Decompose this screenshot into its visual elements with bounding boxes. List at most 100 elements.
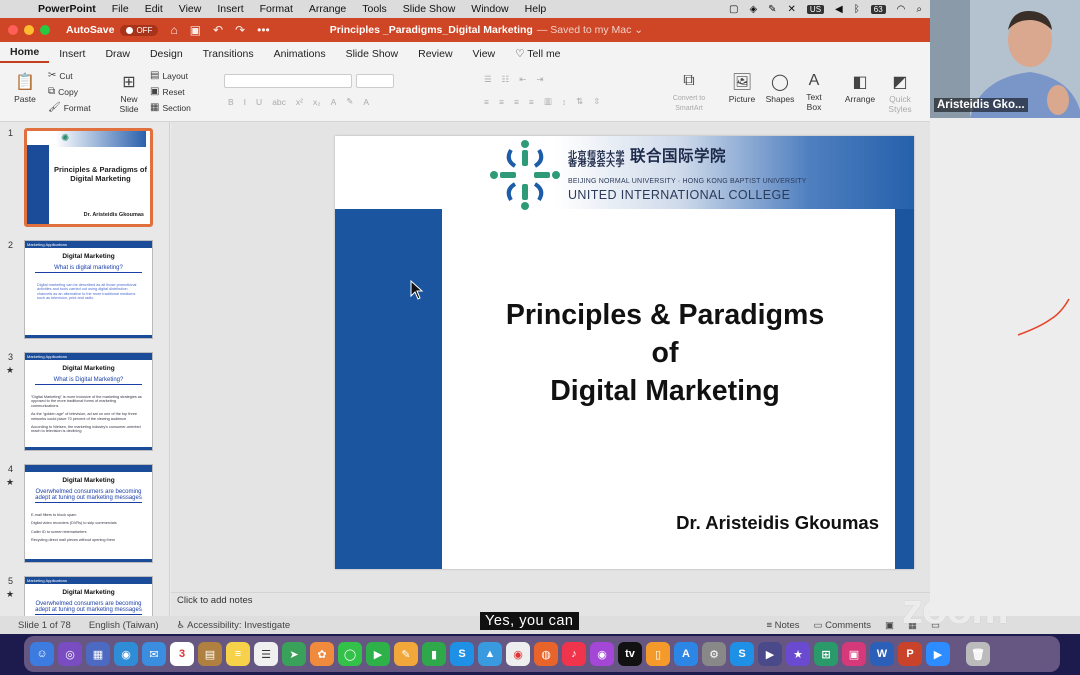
podcasts-icon[interactable]: ◉ [590, 642, 614, 666]
italic-icon[interactable]: I [244, 97, 246, 107]
finder-icon[interactable]: ☺ [30, 642, 54, 666]
new-slide-button[interactable]: ⊞ New Slide [112, 72, 146, 114]
word-icon[interactable]: W [870, 642, 894, 666]
save-status[interactable]: — Saved to my Mac ⌄ [537, 24, 643, 36]
language-indicator[interactable]: English (Taiwan) [89, 620, 159, 631]
format-painter-button[interactable]: 🖌 Format [48, 102, 91, 113]
align-text-icon[interactable]: ⇳ [593, 96, 600, 107]
photos-icon[interactable]: ✿ [310, 642, 334, 666]
zoom-window-button[interactable] [40, 25, 50, 35]
align-left-icon[interactable]: ≡ [484, 97, 489, 107]
tab-view[interactable]: View [463, 48, 506, 60]
paste-button[interactable]: 📋 Paste [10, 72, 40, 104]
slide-thumbnail-1[interactable]: 1 ✺ Principles & Paradigms of Digital Ma… [0, 124, 169, 234]
battery-badge[interactable]: 63 [870, 4, 886, 14]
spreadsheet-icon[interactable]: ⊞ [814, 642, 838, 666]
menu-edit[interactable]: Edit [137, 3, 171, 15]
reset-button[interactable]: ▣ Reset [150, 86, 185, 97]
facetime-icon[interactable]: ▶ [366, 642, 390, 666]
maps-icon[interactable]: ➤ [282, 642, 306, 666]
slide-author[interactable]: Dr. Aristeidis Gkoumas [595, 512, 879, 534]
menu-format[interactable]: Format [252, 3, 301, 15]
undo-icon[interactable]: ↶ [213, 23, 223, 37]
copy-button[interactable]: ⧉ Copy [48, 86, 78, 97]
columns-icon[interactable]: ▥ [544, 96, 552, 107]
shield-icon[interactable]: ◈ [749, 4, 757, 15]
app-store-icon[interactable]: A [674, 642, 698, 666]
books-icon[interactable]: ▯ [646, 642, 670, 666]
arrange-button[interactable]: ◧ Arrange [842, 72, 878, 104]
close-window-button[interactable] [8, 25, 18, 35]
numbering-icon[interactable]: ☷ [502, 74, 510, 85]
more-icon[interactable]: ••• [257, 23, 270, 37]
tab-transitions[interactable]: Transitions [193, 48, 264, 60]
tab-review[interactable]: Review [408, 48, 462, 60]
text-effects-icon[interactable]: A [331, 97, 337, 107]
tab-draw[interactable]: Draw [95, 48, 140, 60]
align-right-icon[interactable]: ≡ [514, 97, 519, 107]
menu-slideshow[interactable]: Slide Show [395, 3, 464, 15]
redo-icon[interactable]: ↷ [235, 23, 245, 37]
menu-help[interactable]: Help [517, 3, 555, 15]
messages-icon[interactable]: ◯ [338, 642, 362, 666]
line-spacing-icon[interactable]: ↕ [562, 97, 566, 107]
textbox-button[interactable]: A Text Box [800, 72, 828, 112]
participant-video[interactable]: Aristeidis Gko... [930, 0, 1080, 118]
music-icon[interactable]: ♪ [562, 642, 586, 666]
powerpoint-icon[interactable]: P [898, 642, 922, 666]
notes-app-icon[interactable]: ≡ [226, 642, 250, 666]
normal-view-icon[interactable]: ▣ [885, 620, 894, 631]
pink-app-icon[interactable]: ▣ [842, 642, 866, 666]
menu-view[interactable]: View [171, 3, 210, 15]
section-button[interactable]: ▦ Section [150, 102, 191, 113]
mail-icon[interactable]: ✉ [142, 642, 166, 666]
keynote-icon[interactable]: ▲ [478, 642, 502, 666]
zoom-app-icon[interactable]: ▶ [926, 642, 950, 666]
safari-icon[interactable]: ◉ [114, 642, 138, 666]
tab-animations[interactable]: Animations [264, 48, 336, 60]
menu-app[interactable]: PowerPoint [34, 3, 104, 15]
outdent-icon[interactable]: ⇥ [536, 74, 543, 85]
text-direction-icon[interactable]: ⇅ [576, 96, 583, 107]
system-preferences-icon[interactable]: ⚙ [702, 642, 726, 666]
menu-window[interactable]: Window [463, 3, 516, 15]
subscript-icon[interactable]: x₂ [313, 97, 321, 107]
menu-insert[interactable]: Insert [209, 3, 251, 15]
chrome-icon[interactable]: ◉ [506, 642, 530, 666]
x-icon[interactable]: ✕ [788, 4, 796, 15]
layout-button[interactable]: ▤ Layout [150, 70, 188, 81]
numbers-icon[interactable]: ▮ [422, 642, 446, 666]
superscript-icon[interactable]: x² [296, 97, 303, 107]
camera-icon[interactable]: ▢ [729, 4, 738, 15]
calendar-icon[interactable]: 3 [170, 642, 194, 666]
bold-icon[interactable]: B [228, 97, 234, 107]
font-name-box[interactable] [224, 74, 352, 88]
slide-title[interactable]: Principles & Paradigms of Digital Market… [455, 296, 875, 410]
volume-icon[interactable]: ◀ [835, 4, 843, 15]
tv-icon[interactable]: tv [618, 642, 642, 666]
pages-icon[interactable]: ✎ [394, 642, 418, 666]
autosave-toggle[interactable]: OFF [120, 24, 159, 36]
skype-business-icon[interactable]: S [730, 642, 754, 666]
menu-tools[interactable]: Tools [354, 3, 395, 15]
underline-icon[interactable]: U [256, 97, 262, 107]
firefox-icon[interactable]: ◍ [534, 642, 558, 666]
align-center-icon[interactable]: ≡ [499, 97, 504, 107]
wifi-icon[interactable]: ◠ [897, 4, 906, 15]
accessibility-status[interactable]: ♿ Accessibility: Investigate [177, 620, 291, 631]
save-icon[interactable]: ▣ [190, 23, 201, 37]
skype-icon[interactable]: S [450, 642, 474, 666]
convert-smartart-button[interactable]: ⧉ Convert to SmartArt [666, 72, 712, 112]
notes-placeholder[interactable]: Click to add notes [177, 595, 253, 606]
bluetooth-icon[interactable]: ᛒ [854, 4, 860, 15]
menu-file[interactable]: File [104, 3, 137, 15]
picture-button[interactable]: 🖼 Picture [726, 72, 758, 104]
tab-slideshow[interactable]: Slide Show [336, 48, 409, 60]
tab-tell-me[interactable]: ♡ Tell me [505, 48, 570, 60]
justify-icon[interactable]: ≡ [529, 97, 534, 107]
font-color-icon[interactable]: A [363, 97, 369, 107]
tab-insert[interactable]: Insert [49, 48, 95, 60]
current-slide[interactable]: 北京师范大学 联合国际学院 香港浸会大学 BEIJING NORMAL UNIVER… [335, 136, 914, 569]
tab-design[interactable]: Design [140, 48, 193, 60]
comments-toggle[interactable]: ▭ Comments [813, 620, 871, 631]
